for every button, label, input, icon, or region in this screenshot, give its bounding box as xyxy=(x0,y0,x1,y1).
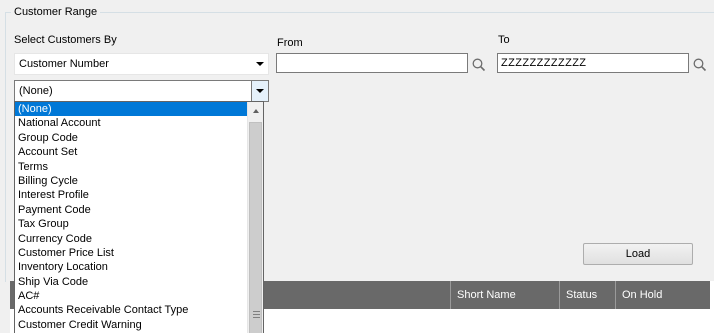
search-icon[interactable] xyxy=(471,57,487,73)
dropdown-option[interactable]: Currency Code xyxy=(15,232,248,246)
scroll-up-arrow-icon[interactable] xyxy=(248,102,263,119)
group-title: Customer Range xyxy=(11,5,101,19)
dropdown-option[interactable]: Terms xyxy=(15,160,248,174)
to-field[interactable]: ZZZZZZZZZZZZ xyxy=(497,53,689,73)
search-icon[interactable] xyxy=(692,57,708,73)
dropdown-option[interactable]: Billing Cycle xyxy=(15,174,248,188)
filter-field-combo[interactable]: (None) xyxy=(14,80,269,102)
dropdown-option[interactable]: Ship Via Code xyxy=(15,275,248,289)
column-header-status[interactable]: Status xyxy=(559,281,615,309)
to-label: To xyxy=(498,34,510,46)
dropdown-scrollbar[interactable] xyxy=(247,102,263,333)
dropdown-option[interactable]: Accounts Receivable Contact Type xyxy=(15,303,248,317)
dropdown-option[interactable]: National Account xyxy=(15,116,248,130)
dropdown-option[interactable]: Group Code xyxy=(15,131,248,145)
scrollbar-thumb[interactable] xyxy=(249,122,262,333)
dropdown-option[interactable]: (None) xyxy=(15,102,248,117)
dropdown-option[interactable]: Interest Profile xyxy=(15,188,248,202)
dropdown-option[interactable]: Customer Credit Warning xyxy=(15,318,248,332)
dropdown-option[interactable]: Account Set xyxy=(15,145,248,159)
chevron-down-icon[interactable] xyxy=(251,54,268,74)
dropdown-option[interactable]: Payment Code xyxy=(15,203,248,217)
from-label: From xyxy=(277,37,303,49)
dropdown-option[interactable]: Customer Price List xyxy=(15,246,248,260)
select-customers-by-label: Select Customers By xyxy=(14,34,117,46)
filter-field-dropdown-list: (None) National Account Group Code Account … xyxy=(14,101,264,333)
filter-field-value: (None) xyxy=(19,85,53,97)
select-customers-by-value: Customer Number xyxy=(19,58,109,70)
column-header-on-hold[interactable]: On Hold xyxy=(615,281,710,309)
chevron-down-icon[interactable] xyxy=(251,81,268,101)
dropdown-items: (None) National Account Group Code Account … xyxy=(15,102,248,332)
select-customers-by-combo[interactable]: Customer Number xyxy=(14,53,269,75)
dropdown-option[interactable]: Inventory Location xyxy=(15,260,248,274)
dropdown-option[interactable]: AC# xyxy=(15,289,248,303)
dropdown-option[interactable]: Tax Group xyxy=(15,217,248,231)
column-header-short-name[interactable]: Short Name xyxy=(450,281,559,309)
grid-header-end xyxy=(710,281,714,309)
load-button[interactable]: Load xyxy=(583,243,693,265)
from-field[interactable] xyxy=(276,53,468,73)
